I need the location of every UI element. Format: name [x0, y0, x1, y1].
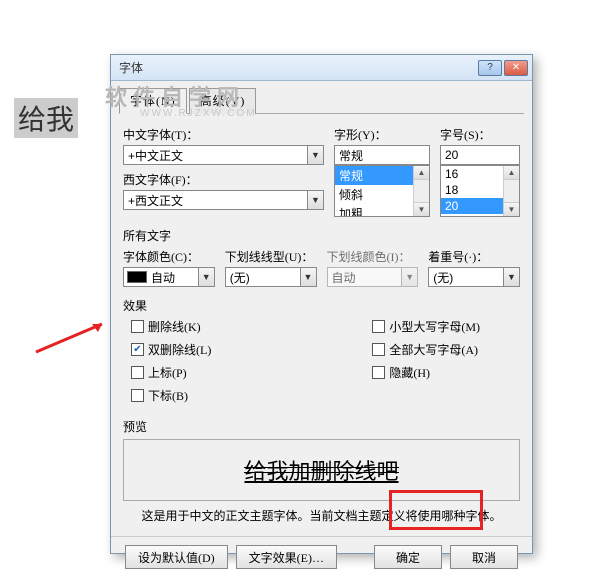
checkbox-strikethrough[interactable]: 删除线(K) — [131, 318, 211, 335]
preview-label: 预览 — [123, 418, 520, 435]
titlebar[interactable]: 字体 — [111, 55, 532, 81]
style-input[interactable]: 常规 — [334, 145, 430, 165]
emphasis-value: (无) — [429, 269, 503, 286]
underline-color-combo: 自动 ▼ — [327, 267, 419, 287]
checkbox-label: 全部大写字母(A) — [389, 341, 478, 358]
style-label: 字形(Y)： — [334, 126, 430, 143]
divider — [111, 536, 532, 537]
underline-color-value: 自动 — [328, 269, 402, 286]
scrollbar[interactable]: ▲▼ — [503, 166, 519, 216]
checkbox-all-caps[interactable]: 全部大写字母(A) — [372, 341, 480, 358]
annotation-arrow — [32, 316, 112, 356]
font-color-combo[interactable]: 自动 ▼ — [123, 267, 215, 287]
dropdown-arrow-icon[interactable]: ▼ — [300, 268, 316, 286]
emphasis-label: 着重号(·)： — [428, 248, 520, 265]
cancel-button[interactable]: 取消 — [450, 545, 518, 569]
dropdown-arrow-icon[interactable]: ▼ — [307, 146, 323, 164]
background-selected-text: 给我 — [14, 98, 78, 138]
style-listbox[interactable]: 常规 倾斜 加粗 ▲▼ — [334, 165, 430, 217]
checkbox-label: 小型大写字母(M) — [389, 318, 480, 335]
font-color-value: 自动 — [147, 269, 198, 286]
set-default-button[interactable]: 设为默认值(D) — [125, 545, 228, 569]
checkbox-hidden[interactable]: 隐藏(H) — [372, 364, 480, 381]
dialog-title: 字体 — [119, 59, 143, 76]
dropdown-arrow-icon[interactable]: ▼ — [198, 268, 214, 286]
size-input[interactable]: 20 — [440, 145, 520, 165]
size-listbox[interactable]: 16 18 20 ▲▼ — [440, 165, 520, 217]
west-font-label: 西文字体(F)： — [123, 171, 324, 188]
underline-style-value: (无) — [226, 269, 300, 286]
checkbox-label: 下标(B) — [148, 387, 188, 404]
checkbox-small-caps[interactable]: 小型大写字母(M) — [372, 318, 480, 335]
dropdown-arrow-icon[interactable]: ▼ — [503, 268, 519, 286]
underline-style-label: 下划线线型(U)： — [225, 248, 317, 265]
emphasis-combo[interactable]: (无) ▼ — [428, 267, 520, 287]
dropdown-arrow-icon: ▼ — [401, 268, 417, 286]
dropdown-arrow-icon[interactable]: ▼ — [307, 191, 323, 209]
checkbox-label: 双删除线(L) — [148, 341, 211, 358]
color-swatch — [127, 271, 147, 283]
font-dialog: 字体 字体(N) 高级(V) 中文字体(T)： +中文正文 ▼ 西文字体(F)：… — [110, 54, 533, 554]
checkbox-superscript[interactable]: 上标(P) — [131, 364, 211, 381]
tab-font[interactable]: 字体(N) — [119, 88, 187, 114]
tab-advanced[interactable]: 高级(V) — [189, 88, 257, 114]
cn-font-combo[interactable]: +中文正文 ▼ — [123, 145, 324, 165]
ok-button[interactable]: 确定 — [374, 545, 442, 569]
checkbox-subscript[interactable]: 下标(B) — [131, 387, 211, 404]
font-color-label: 字体颜色(C)： — [123, 248, 215, 265]
cn-font-value: +中文正文 — [124, 147, 307, 164]
checkbox-double-strikethrough[interactable]: 双删除线(L) — [131, 341, 211, 358]
size-label: 字号(S)： — [440, 126, 520, 143]
scrollbar[interactable]: ▲▼ — [413, 166, 429, 216]
close-button[interactable] — [504, 60, 528, 76]
all-text-label: 所有文字 — [123, 227, 520, 244]
effects-label: 效果 — [123, 297, 520, 314]
preview-text: 给我加删除线吧 — [244, 454, 398, 486]
text-effects-button[interactable]: 文字效果(E)… — [236, 545, 337, 569]
help-button[interactable] — [478, 60, 502, 76]
preview-box: 给我加删除线吧 — [123, 439, 520, 501]
checkbox-label: 删除线(K) — [148, 318, 201, 335]
west-font-value: +西文正文 — [124, 192, 307, 209]
underline-color-label: 下划线颜色(I)： — [327, 248, 419, 265]
underline-style-combo[interactable]: (无) ▼ — [225, 267, 317, 287]
west-font-combo[interactable]: +西文正文 ▼ — [123, 190, 324, 210]
checkbox-label: 隐藏(H) — [389, 364, 430, 381]
preview-note: 这是用于中文的正文主题字体。当前文档主题定义将使用哪种字体。 — [123, 507, 520, 524]
checkbox-label: 上标(P) — [148, 364, 187, 381]
cn-font-label: 中文字体(T)： — [123, 126, 324, 143]
